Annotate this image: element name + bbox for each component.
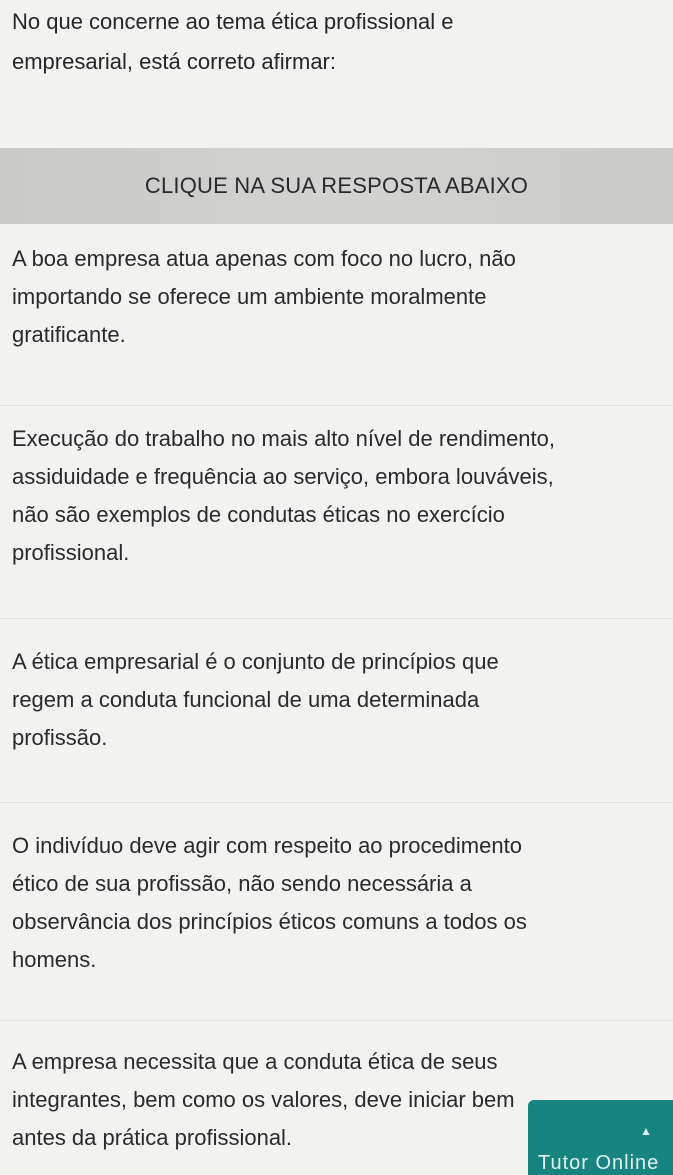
answer-option-text: O indivíduo deve agir com respeito ao pr…: [12, 827, 657, 979]
answer-option-4[interactable]: O indivíduo deve agir com respeito ao pr…: [0, 803, 673, 1018]
answer-option-3[interactable]: A ética empresarial é o conjunto de prin…: [0, 619, 673, 801]
answer-line: ético de sua profissão, não sendo necess…: [12, 871, 472, 896]
answer-line: importando se oferece um ambiente moralm…: [12, 284, 487, 309]
answer-line: profissão.: [12, 725, 108, 750]
answer-option-text: Execução do trabalho no mais alto nível …: [12, 420, 657, 572]
question-line: empresarial, está correto afirmar:: [12, 49, 336, 74]
answer-line: Execução do trabalho no mais alto nível …: [12, 426, 555, 451]
answer-line: integrantes, bem como os valores, deve i…: [12, 1087, 515, 1112]
answer-option-text: A boa empresa atua apenas com foco no lu…: [12, 240, 657, 354]
answer-option-1[interactable]: A boa empresa atua apenas com foco no lu…: [0, 232, 673, 412]
question-text: No que concerne ao tema ética profission…: [12, 2, 652, 82]
answer-option-2[interactable]: Execução do trabalho no mais alto nível …: [0, 406, 673, 616]
answer-line: gratificante.: [12, 322, 126, 347]
answer-instruction-banner: CLIQUE NA SUA RESPOSTA ABAIXO: [0, 148, 673, 224]
answer-line: A ética empresarial é o conjunto de prin…: [12, 649, 499, 674]
answer-line: A empresa necessita que a conduta ética …: [12, 1049, 498, 1074]
answer-line: não são exemplos de condutas éticas no e…: [12, 502, 505, 527]
answer-line: observância dos princípios éticos comuns…: [12, 909, 527, 934]
answer-line: O indivíduo deve agir com respeito ao pr…: [12, 833, 522, 858]
answer-line: regem a conduta funcional de uma determi…: [12, 687, 480, 712]
answer-line: antes da prática profissional.: [12, 1125, 293, 1150]
answer-line: profissional.: [12, 540, 130, 565]
question-line: No que concerne ao tema ética profission…: [12, 9, 454, 34]
banner-label: CLIQUE NA SUA RESPOSTA ABAIXO: [144, 173, 529, 198]
tutor-online-label: Tutor Online: [538, 1152, 660, 1174]
answer-line: A boa empresa atua apenas com foco no lu…: [12, 246, 516, 271]
answer-option-text: A ética empresarial é o conjunto de prin…: [12, 643, 657, 757]
answer-line: assiduidade e frequência ao serviço, emb…: [12, 464, 554, 489]
chevron-up-icon: ▲: [640, 1124, 652, 1138]
answer-line: homens.: [12, 947, 97, 972]
